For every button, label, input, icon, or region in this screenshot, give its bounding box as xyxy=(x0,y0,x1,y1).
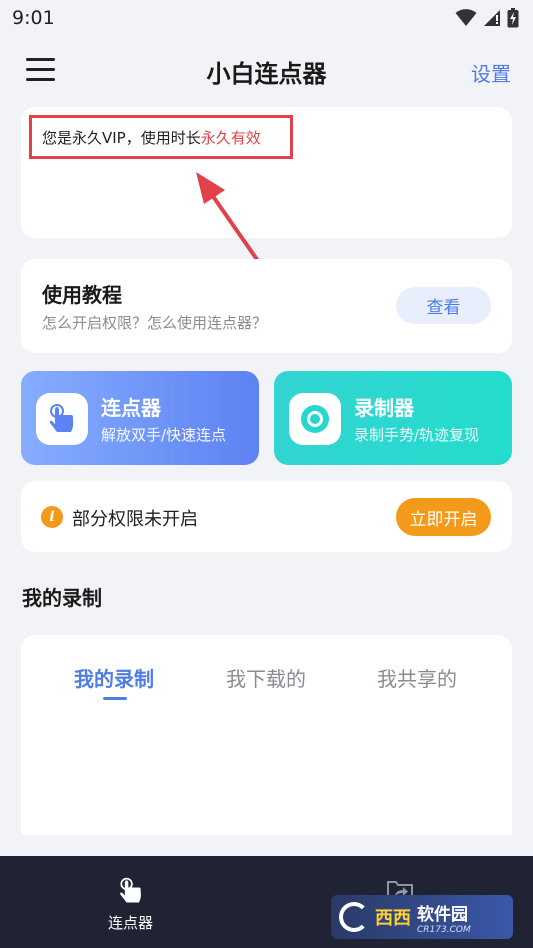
watermark-url: CR173.COM xyxy=(417,924,471,935)
watermark-c-icon xyxy=(339,902,369,932)
section-title-my-recordings: 我的录制 xyxy=(22,586,102,610)
signal-icon xyxy=(484,10,500,26)
tutorial-card: 使用教程 怎么开启权限？怎么使用连点器？ 查看 xyxy=(21,259,512,353)
recordings-card: 我的录制 我下载的 我共享的 xyxy=(21,635,512,835)
vip-status-highlight-box: 您是永久VIP，使用时长 永久有效 xyxy=(29,115,293,159)
auto-clicker-subtitle: 解放双手/快速连点 xyxy=(101,426,227,444)
recorder-subtitle: 录制手势/轨迹复现 xyxy=(354,426,480,444)
recorder-title: 录制器 xyxy=(354,396,414,420)
auto-clicker-title: 连点器 xyxy=(101,396,161,420)
tap-hand-icon xyxy=(36,393,88,445)
wifi-icon xyxy=(455,9,477,26)
vip-status-text: 您是永久VIP，使用时长 xyxy=(42,128,201,147)
auto-clicker-card[interactable]: 连点器 解放双手/快速连点 xyxy=(21,371,259,465)
nav-item-clicker[interactable]: 连点器 xyxy=(108,876,153,933)
permission-card: i 部分权限未开启 立即开启 xyxy=(21,481,512,552)
vip-duration-value: 永久有效 xyxy=(200,128,261,147)
tap-hand-icon xyxy=(119,877,141,903)
tutorial-title: 使用教程 xyxy=(42,283,122,307)
tab-shared[interactable]: 我共享的 xyxy=(377,663,457,692)
tab-downloaded[interactable]: 我下载的 xyxy=(226,663,306,692)
settings-button[interactable]: 设置 xyxy=(471,58,511,87)
info-icon: i xyxy=(41,506,63,528)
enable-permission-button[interactable]: 立即开启 xyxy=(396,498,491,536)
page-title: 小白连点器 xyxy=(206,60,327,88)
tutorial-subtitle: 怎么开启权限？怎么使用连点器？ xyxy=(42,314,268,332)
nav-item-label: 连点器 xyxy=(108,914,154,932)
view-tutorial-button[interactable]: 查看 xyxy=(396,287,491,324)
watermark-brand: 西西 xyxy=(375,908,411,929)
status-bar: 9:01 xyxy=(0,0,533,36)
watermark-name: 软件园 xyxy=(417,904,468,925)
watermark-logo: 西西 软件园 CR173.COM xyxy=(331,895,513,939)
active-tab-indicator xyxy=(103,697,127,700)
status-time: 9:01 xyxy=(12,7,55,29)
record-circle-icon xyxy=(289,393,341,445)
battery-icon xyxy=(507,8,519,28)
tab-my-recordings[interactable]: 我的录制 xyxy=(74,663,154,692)
permission-warning-text: 部分权限未开启 xyxy=(72,509,198,530)
recorder-card[interactable]: 录制器 录制手势/轨迹复现 xyxy=(274,371,512,465)
status-icons xyxy=(455,8,519,28)
app-header: 小白连点器 设置 xyxy=(0,44,533,100)
